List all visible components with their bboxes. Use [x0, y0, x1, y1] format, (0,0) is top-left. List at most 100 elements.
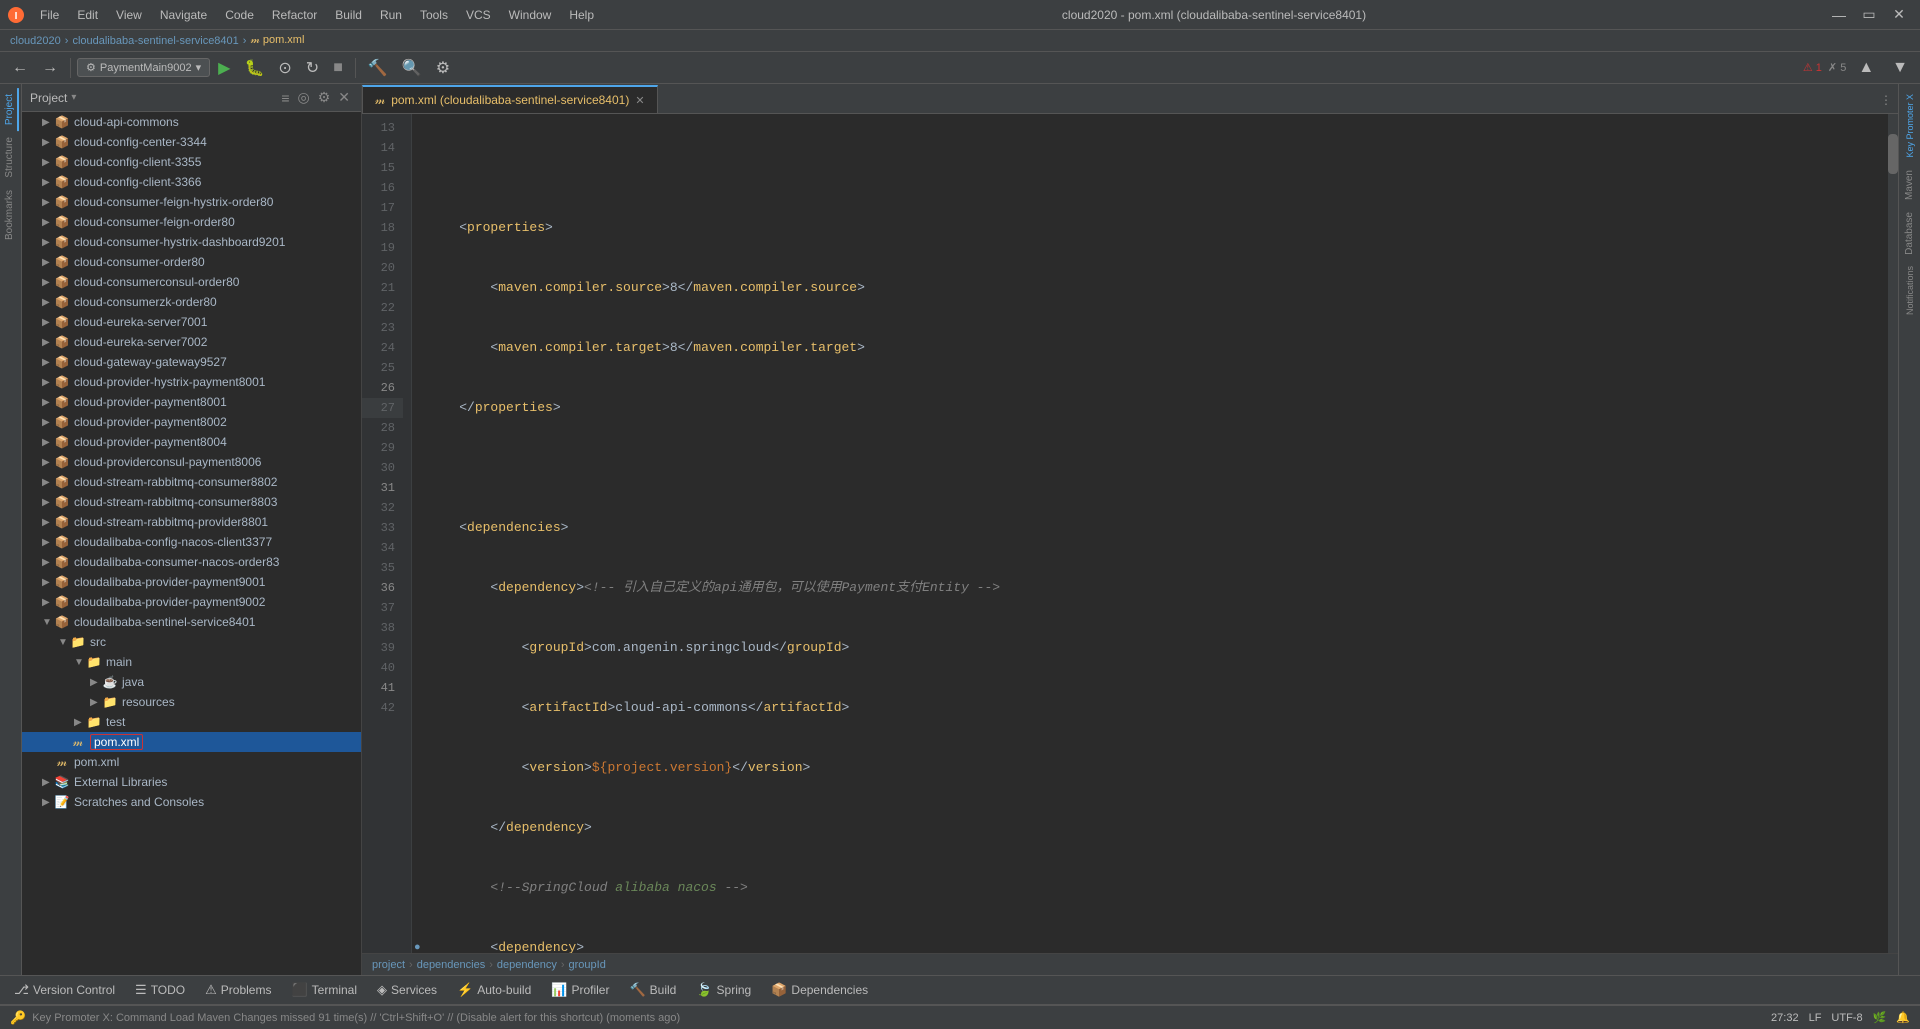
collapse-all-button[interactable]: ≡: [278, 88, 292, 107]
tree-item-nacos-client3377[interactable]: ▶ 📦 cloudalibaba-config-nacos-client3377: [22, 532, 361, 552]
close-panel-button[interactable]: ✕: [335, 88, 353, 107]
menu-bar[interactable]: File Edit View Navigate Code Refactor Bu…: [32, 6, 602, 24]
search-everywhere-button[interactable]: 🔍: [396, 55, 428, 81]
tree-item-config-center[interactable]: ▶ 📦 cloud-config-center-3344: [22, 132, 361, 152]
more-tabs-button[interactable]: ⋮: [1874, 87, 1898, 113]
bc-dependencies[interactable]: dependencies: [417, 959, 486, 971]
tree-item-sentinel-8401[interactable]: ▼ 📦 cloudalibaba-sentinel-service8401: [22, 612, 361, 632]
menu-navigate[interactable]: Navigate: [152, 6, 215, 24]
tree-item-consumer-order80[interactable]: ▶ 📦 cloud-consumer-order80: [22, 252, 361, 272]
tree-item-config-client-3366[interactable]: ▶ 📦 cloud-config-client-3366: [22, 172, 361, 192]
nav-down-button[interactable]: ▼: [1886, 55, 1914, 81]
tab-close-button[interactable]: ✕: [635, 94, 644, 107]
line-separator[interactable]: LF: [1809, 1012, 1822, 1024]
bookmarks-tab[interactable]: Bookmarks: [2, 184, 19, 246]
bc-file[interactable]: 𝓂 pom.xml: [250, 34, 304, 47]
tree-item-java[interactable]: ▶ ☕ java: [22, 672, 361, 692]
tree-item-main[interactable]: ▼ 📁 main: [22, 652, 361, 672]
project-panel-dropdown[interactable]: ▾: [71, 92, 76, 103]
key-promoter-tab[interactable]: Key Promoter X: [1903, 88, 1917, 164]
forward-button[interactable]: →: [36, 55, 64, 81]
dependencies-tab[interactable]: 📦 Dependencies: [761, 977, 878, 1003]
locate-file-button[interactable]: ◎: [294, 88, 312, 107]
menu-code[interactable]: Code: [217, 6, 262, 24]
coverage-button[interactable]: ⊙: [272, 55, 297, 81]
build-button[interactable]: 🔨: [362, 55, 394, 81]
debug-button[interactable]: 🐛: [238, 55, 270, 81]
tree-item-payment8001[interactable]: ▶ 📦 cloud-provider-payment8001: [22, 392, 361, 412]
tree-item-provider-payment9002[interactable]: ▶ 📦 cloudalibaba-provider-payment9002: [22, 592, 361, 612]
profiler-tab[interactable]: 📊 Profiler: [541, 977, 619, 1003]
version-control-tab[interactable]: ⎇ Version Control: [4, 977, 125, 1003]
project-tab[interactable]: Project: [2, 88, 19, 131]
tree-item-eureka-7001[interactable]: ▶ 📦 cloud-eureka-server7001: [22, 312, 361, 332]
tree-item-providerconsul[interactable]: ▶ 📦 cloud-providerconsul-payment8006: [22, 452, 361, 472]
run-configuration[interactable]: ⚙ PaymentMain9002 ▾: [77, 58, 210, 77]
terminal-tab[interactable]: ⬛ Terminal: [281, 977, 367, 1003]
services-tab[interactable]: ◈ Services: [367, 977, 447, 1003]
database-tab[interactable]: Database: [1902, 206, 1917, 261]
tree-item-test[interactable]: ▶ 📁 test: [22, 712, 361, 732]
todo-tab[interactable]: ☰ TODO: [125, 977, 195, 1003]
editor-tab-pom-xml[interactable]: 𝓂 pom.xml (cloudalibaba-sentinel-service…: [362, 85, 658, 113]
nav-up-button[interactable]: ▲: [1852, 55, 1880, 81]
tree-item-pom-xml-selected[interactable]: ▶ 𝓂 pom.xml: [22, 732, 361, 752]
tree-item-config-client-3355[interactable]: ▶ 📦 cloud-config-client-3355: [22, 152, 361, 172]
tree-item-eureka-7002[interactable]: ▶ 📦 cloud-eureka-server7002: [22, 332, 361, 352]
menu-refactor[interactable]: Refactor: [264, 6, 325, 24]
tree-item-consumer-feign-hystrix[interactable]: ▶ 📦 cloud-consumer-feign-hystrix-order80: [22, 192, 361, 212]
tree-item-consumerconsul[interactable]: ▶ 📦 cloud-consumerconsul-order80: [22, 272, 361, 292]
tree-item-rabbitmq-provider8801[interactable]: ▶ 📦 cloud-stream-rabbitmq-provider8801: [22, 512, 361, 532]
menu-view[interactable]: View: [108, 6, 150, 24]
maven-tab[interactable]: Maven: [1902, 164, 1917, 206]
maximize-button[interactable]: ▭: [1856, 2, 1882, 28]
notifications-tab[interactable]: Notifications: [1903, 260, 1917, 321]
back-button[interactable]: ←: [6, 55, 34, 81]
window-controls[interactable]: — ▭ ✕: [1826, 2, 1912, 28]
spring-tab[interactable]: 🍃 Spring: [686, 977, 761, 1003]
tree-item-consumer-hystrix-dash[interactable]: ▶ 📦 cloud-consumer-hystrix-dashboard9201: [22, 232, 361, 252]
tree-item-cloud-api-commons[interactable]: ▶ 📦 cloud-api-commons: [22, 112, 361, 132]
structure-tab[interactable]: Structure: [2, 131, 19, 184]
menu-build[interactable]: Build: [327, 6, 370, 24]
close-button[interactable]: ✕: [1886, 2, 1912, 28]
tree-item-consumerzk[interactable]: ▶ 📦 cloud-consumerzk-order80: [22, 292, 361, 312]
project-settings-button[interactable]: ⚙: [315, 88, 334, 107]
minimize-button[interactable]: —: [1826, 2, 1852, 28]
bc-groupid[interactable]: groupId: [569, 959, 606, 971]
tree-item-src[interactable]: ▼ 📁 src: [22, 632, 361, 652]
encoding[interactable]: UTF-8: [1831, 1012, 1862, 1024]
build-tab[interactable]: 🔨 Build: [619, 977, 686, 1003]
stop-button[interactable]: ■: [327, 55, 349, 81]
bc-dependency[interactable]: dependency: [497, 959, 557, 971]
tree-item-pom-xml-root[interactable]: ▶ 𝓂 pom.xml: [22, 752, 361, 772]
tree-item-hystrix-payment[interactable]: ▶ 📦 cloud-provider-hystrix-payment8001: [22, 372, 361, 392]
menu-vcs[interactable]: VCS: [458, 6, 499, 24]
tree-item-consumer-feign-order[interactable]: ▶ 📦 cloud-consumer-feign-order80: [22, 212, 361, 232]
vertical-scrollbar[interactable]: [1888, 114, 1898, 953]
tree-item-gateway[interactable]: ▶ 📦 cloud-gateway-gateway9527: [22, 352, 361, 372]
auto-build-tab[interactable]: ⚡ Auto-build: [447, 977, 541, 1003]
menu-file[interactable]: File: [32, 6, 67, 24]
tree-item-provider-payment9001[interactable]: ▶ 📦 cloudalibaba-provider-payment9001: [22, 572, 361, 592]
run-button[interactable]: ▶: [212, 55, 236, 81]
menu-edit[interactable]: Edit: [69, 6, 106, 24]
problems-tab[interactable]: ⚠ Problems: [195, 977, 281, 1003]
tree-item-rabbitmq-consumer8803[interactable]: ▶ 📦 cloud-stream-rabbitmq-consumer8803: [22, 492, 361, 512]
menu-tools[interactable]: Tools: [412, 6, 456, 24]
bc-cloud2020[interactable]: cloud2020: [10, 35, 61, 47]
menu-run[interactable]: Run: [372, 6, 410, 24]
tree-item-consumer-nacos-order83[interactable]: ▶ 📦 cloudalibaba-consumer-nacos-order83: [22, 552, 361, 572]
tree-item-scratches[interactable]: ▶ 📝 Scratches and Consoles: [22, 792, 361, 812]
profile-button[interactable]: ↻: [300, 55, 325, 81]
bc-project[interactable]: project: [372, 959, 405, 971]
tree-item-external-libraries[interactable]: ▶ 📚 External Libraries: [22, 772, 361, 792]
tree-item-resources[interactable]: ▶ 📁 resources: [22, 692, 361, 712]
tree-item-rabbitmq-consumer8802[interactable]: ▶ 📦 cloud-stream-rabbitmq-consumer8802: [22, 472, 361, 492]
tree-item-payment8004[interactable]: ▶ 📦 cloud-provider-payment8004: [22, 432, 361, 452]
cursor-position[interactable]: 27:32: [1771, 1012, 1799, 1024]
tree-item-payment8002[interactable]: ▶ 📦 cloud-provider-payment8002: [22, 412, 361, 432]
menu-help[interactable]: Help: [561, 6, 602, 24]
scrollbar-thumb[interactable]: [1888, 134, 1898, 174]
code-content[interactable]: <properties> <maven.compiler.source>8</m…: [412, 114, 1888, 953]
